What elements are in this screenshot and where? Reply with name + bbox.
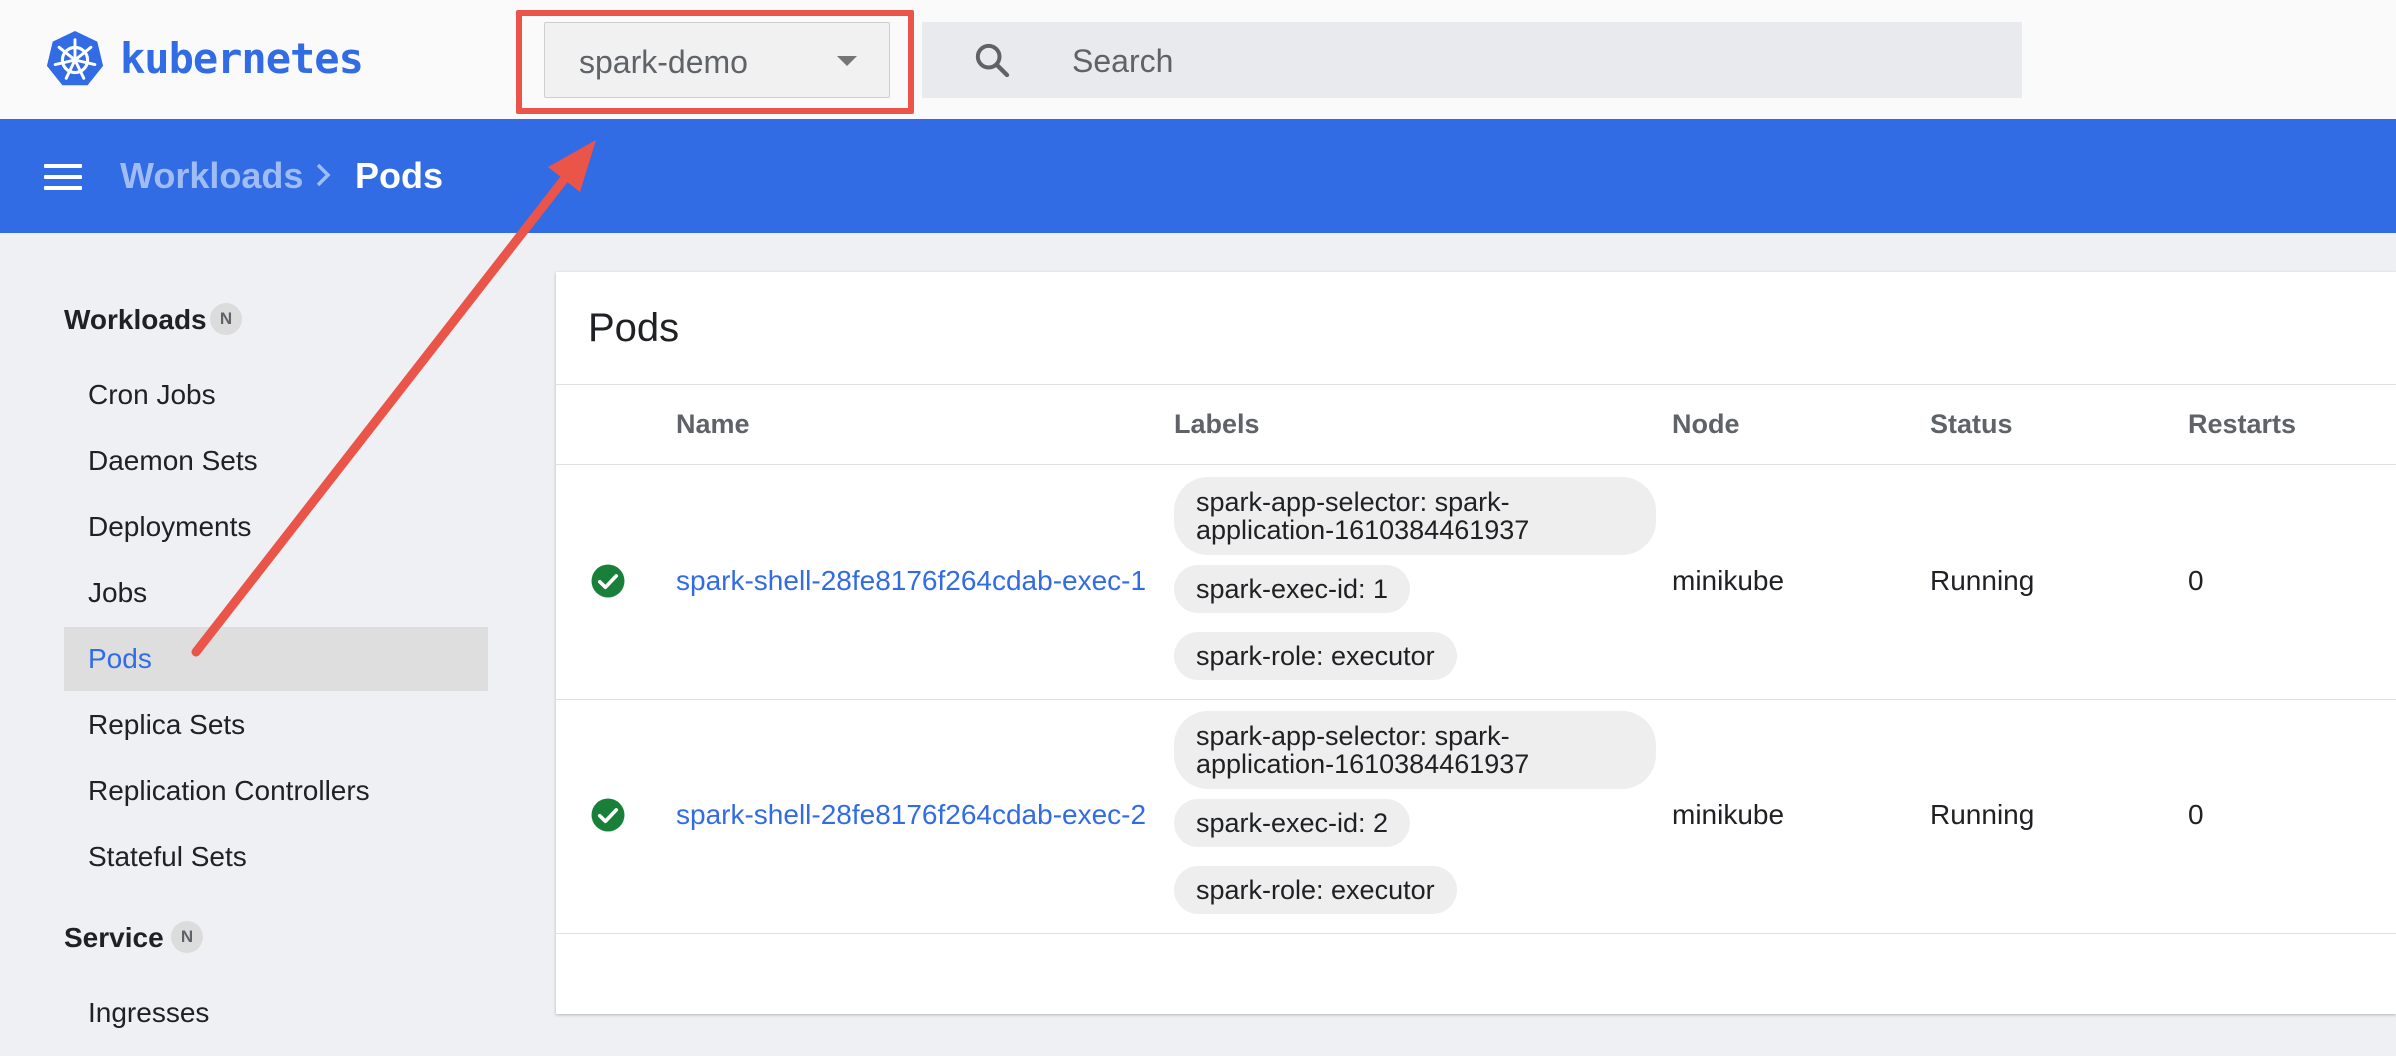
breadcrumb-pods: Pods <box>355 155 444 196</box>
namespaced-badge: N <box>171 921 203 953</box>
sidebar-section-service[interactable]: Service <box>64 922 164 954</box>
label-chip: spark-app-selector: spark-application-16… <box>1174 477 1656 555</box>
column-header-labels: Labels <box>1174 409 1260 439</box>
label-chip: spark-exec-id: 1 <box>1174 565 1411 613</box>
breadcrumb-workloads[interactable]: Workloads <box>120 155 303 197</box>
pod-node: minikube <box>1672 799 1785 830</box>
sidebar-item-replication-controllers[interactable]: Replication Controllers <box>64 759 488 823</box>
sidebar-item-deployments[interactable]: Deployments <box>64 495 488 559</box>
label-chip: spark-role: executor <box>1174 866 1457 914</box>
sidebar-item-ingresses[interactable]: Ingresses <box>64 981 488 1045</box>
check-circle-icon <box>591 798 625 832</box>
brand-name[interactable]: kubernetes <box>120 34 364 83</box>
pods-card: Pods Name Labels Node Status Restarts sp… <box>556 272 2396 1014</box>
page-header: Workloads Pods <box>0 119 2396 233</box>
annotation-highlight-box <box>516 10 914 114</box>
card-title: Pods <box>588 306 680 350</box>
search-icon <box>975 43 1010 78</box>
column-header-name[interactable]: Name <box>676 409 750 440</box>
sidebar-item-cron-jobs[interactable]: Cron Jobs <box>64 363 488 427</box>
pod-node: minikube <box>1672 565 1785 596</box>
column-header-restarts[interactable]: Restarts <box>2188 409 2296 440</box>
menu-icon[interactable] <box>44 164 82 190</box>
label-chip: spark-role: executor <box>1174 632 1457 680</box>
check-circle-icon <box>591 564 625 598</box>
divider <box>556 933 2396 934</box>
pod-status: Running <box>1930 565 2035 596</box>
top-bar: kubernetes spark-demo <box>0 0 2396 119</box>
sidebar-section-workloads[interactable]: Workloads <box>64 304 207 336</box>
label-chip: spark-exec-id: 2 <box>1174 799 1411 847</box>
sidebar: Workloads N Cron Jobs Daemon Sets Deploy… <box>0 233 540 1056</box>
kubernetes-logo-icon[interactable] <box>44 29 106 91</box>
column-header-node[interactable]: Node <box>1672 409 1740 440</box>
sidebar-item-pods[interactable]: Pods <box>64 627 488 691</box>
pod-name-link[interactable]: spark-shell-28fe8176f264cdab-exec-1 <box>676 565 1146 597</box>
pod-name-link[interactable]: spark-shell-28fe8176f264cdab-exec-2 <box>676 799 1146 831</box>
table-row: spark-shell-28fe8176f264cdab-exec-2 spar… <box>556 700 2396 934</box>
search-bar[interactable] <box>922 22 2022 98</box>
table-row: spark-shell-28fe8176f264cdab-exec-1 spar… <box>556 465 2396 699</box>
label-chip: spark-app-selector: spark-application-16… <box>1174 711 1656 789</box>
column-header-status[interactable]: Status <box>1930 409 2013 440</box>
pod-status: Running <box>1930 799 2035 830</box>
chevron-right-icon <box>316 163 331 187</box>
sidebar-item-replica-sets[interactable]: Replica Sets <box>64 693 488 757</box>
sidebar-item-stateful-sets[interactable]: Stateful Sets <box>64 825 488 889</box>
pod-restarts: 0 <box>2188 565 2204 596</box>
namespaced-badge: N <box>210 303 242 335</box>
search-input[interactable] <box>1070 34 1974 88</box>
divider <box>556 384 2396 385</box>
pod-restarts: 0 <box>2188 799 2204 830</box>
sidebar-item-daemon-sets[interactable]: Daemon Sets <box>64 429 488 493</box>
sidebar-item-jobs[interactable]: Jobs <box>64 561 488 625</box>
